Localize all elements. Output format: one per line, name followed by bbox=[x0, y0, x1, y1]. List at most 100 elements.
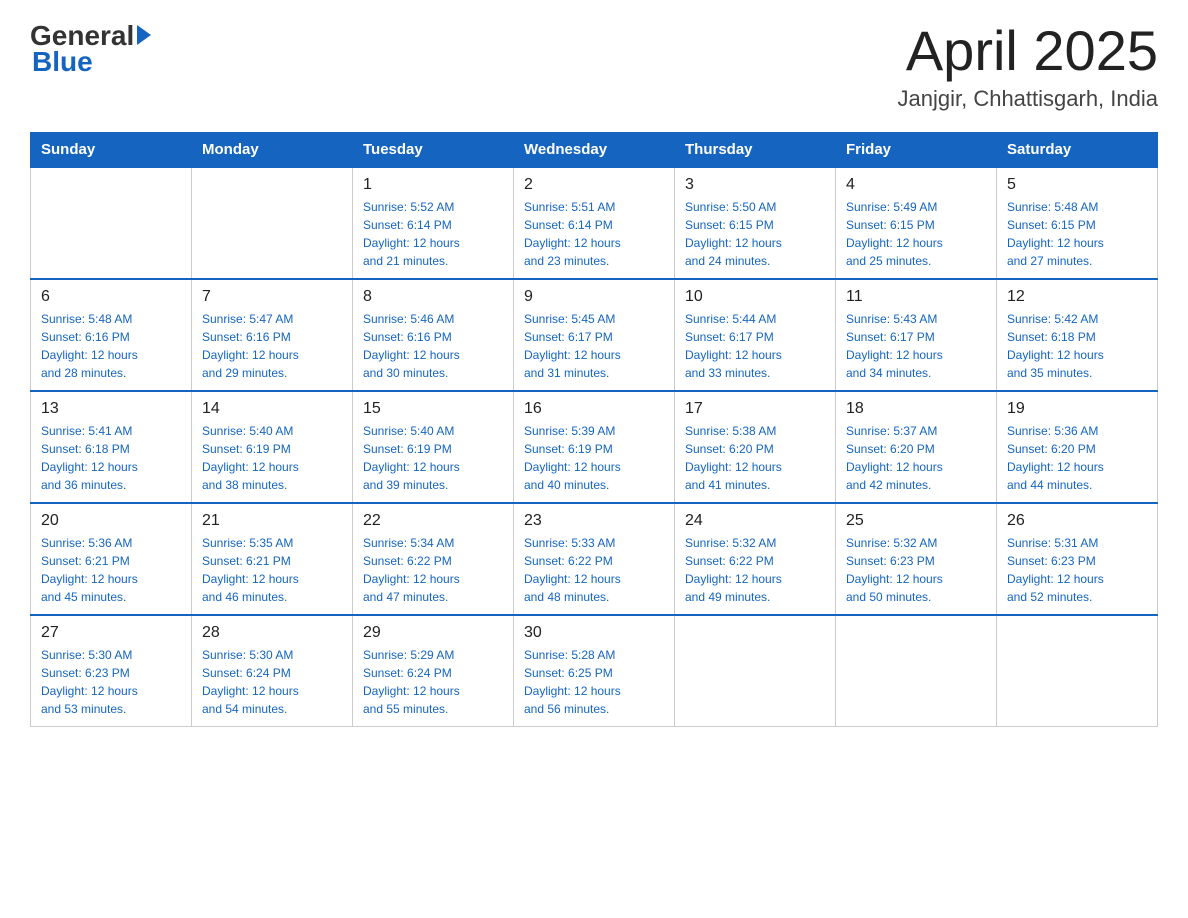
day-cell: 1Sunrise: 5:52 AM Sunset: 6:14 PM Daylig… bbox=[353, 167, 514, 279]
day-cell: 2Sunrise: 5:51 AM Sunset: 6:14 PM Daylig… bbox=[514, 167, 675, 279]
day-info: Sunrise: 5:47 AM Sunset: 6:16 PM Dayligh… bbox=[202, 310, 342, 382]
day-cell bbox=[836, 615, 997, 727]
day-cell bbox=[997, 615, 1158, 727]
day-cell: 22 Sunrise: 5:34 AM Sunset: 6:22 PM Dayli… bbox=[353, 503, 514, 615]
calendar-subtitle: Janjgir, Chhattisgarh, India bbox=[898, 86, 1159, 112]
day-info: Sunrise: 5:32 AM Sunset: 6:23 PM Dayligh… bbox=[846, 534, 986, 606]
day-info: Sunrise: 5:35 AM Sunset: 6:21 PM Dayligh… bbox=[202, 534, 342, 606]
week-row-3: 13 Sunrise: 5:41 AM Sunset: 6:18 PM Dayli… bbox=[31, 391, 1158, 503]
day-cell: 13 Sunrise: 5:41 AM Sunset: 6:18 PM Dayli… bbox=[31, 391, 192, 503]
day-cell: 7 Sunrise: 5:47 AM Sunset: 6:16 PM Daylig… bbox=[192, 279, 353, 391]
day-cell: 24 Sunrise: 5:32 AM Sunset: 6:22 PM Dayli… bbox=[675, 503, 836, 615]
day-info: Sunrise: 5:45 AM Sunset: 6:17 PM Dayligh… bbox=[524, 310, 664, 382]
day-number: 2 bbox=[524, 176, 664, 194]
day-number: 17 bbox=[685, 400, 825, 418]
day-cell: 16Sunrise: 5:39 AM Sunset: 6:19 PM Dayli… bbox=[514, 391, 675, 503]
day-cell: 4 Sunrise: 5:49 AM Sunset: 6:15 PM Daylig… bbox=[836, 167, 997, 279]
logo-blue: Blue bbox=[30, 46, 151, 78]
day-cell: 17 Sunrise: 5:38 AM Sunset: 6:20 PM Dayli… bbox=[675, 391, 836, 503]
title-section: April 2025 Janjgir, Chhattisgarh, India bbox=[898, 20, 1159, 112]
week-row-2: 6 Sunrise: 5:48 AM Sunset: 6:16 PM Daylig… bbox=[31, 279, 1158, 391]
day-cell: 14 Sunrise: 5:40 AM Sunset: 6:19 PM Dayli… bbox=[192, 391, 353, 503]
day-number: 26 bbox=[1007, 512, 1147, 530]
day-number: 10 bbox=[685, 288, 825, 306]
day-number: 28 bbox=[202, 624, 342, 642]
day-info: Sunrise: 5:50 AM Sunset: 6:15 PM Dayligh… bbox=[685, 198, 825, 270]
day-number: 21 bbox=[202, 512, 342, 530]
day-cell: 15Sunrise: 5:40 AM Sunset: 6:19 PM Dayli… bbox=[353, 391, 514, 503]
day-info: Sunrise: 5:48 AM Sunset: 6:16 PM Dayligh… bbox=[41, 310, 181, 382]
day-info: Sunrise: 5:36 AM Sunset: 6:20 PM Dayligh… bbox=[1007, 422, 1147, 494]
day-cell bbox=[31, 167, 192, 279]
day-number: 11 bbox=[846, 288, 986, 306]
day-cell: 19 Sunrise: 5:36 AM Sunset: 6:20 PM Dayli… bbox=[997, 391, 1158, 503]
day-number: 3 bbox=[685, 176, 825, 194]
day-info: Sunrise: 5:43 AM Sunset: 6:17 PM Dayligh… bbox=[846, 310, 986, 382]
logo-arrow-icon bbox=[137, 25, 151, 45]
day-cell: 11 Sunrise: 5:43 AM Sunset: 6:17 PM Dayli… bbox=[836, 279, 997, 391]
weekday-header-thursday: Thursday bbox=[675, 132, 836, 167]
week-row-1: 1Sunrise: 5:52 AM Sunset: 6:14 PM Daylig… bbox=[31, 167, 1158, 279]
day-number: 15 bbox=[363, 400, 503, 418]
day-number: 13 bbox=[41, 400, 181, 418]
day-cell: 18Sunrise: 5:37 AM Sunset: 6:20 PM Dayli… bbox=[836, 391, 997, 503]
day-info: Sunrise: 5:33 AM Sunset: 6:22 PM Dayligh… bbox=[524, 534, 664, 606]
day-cell bbox=[192, 167, 353, 279]
day-info: Sunrise: 5:30 AM Sunset: 6:23 PM Dayligh… bbox=[41, 646, 181, 718]
day-info: Sunrise: 5:29 AM Sunset: 6:24 PM Dayligh… bbox=[363, 646, 503, 718]
day-cell: 5 Sunrise: 5:48 AM Sunset: 6:15 PM Daylig… bbox=[997, 167, 1158, 279]
logo: General Blue bbox=[30, 20, 151, 78]
day-number: 23 bbox=[524, 512, 664, 530]
day-info: Sunrise: 5:38 AM Sunset: 6:20 PM Dayligh… bbox=[685, 422, 825, 494]
weekday-header-friday: Friday bbox=[836, 132, 997, 167]
day-info: Sunrise: 5:40 AM Sunset: 6:19 PM Dayligh… bbox=[202, 422, 342, 494]
day-number: 4 bbox=[846, 176, 986, 194]
day-number: 20 bbox=[41, 512, 181, 530]
day-info: Sunrise: 5:49 AM Sunset: 6:15 PM Dayligh… bbox=[846, 198, 986, 270]
day-number: 7 bbox=[202, 288, 342, 306]
day-cell: 25 Sunrise: 5:32 AM Sunset: 6:23 PM Dayli… bbox=[836, 503, 997, 615]
day-number: 30 bbox=[524, 624, 664, 642]
day-info: Sunrise: 5:46 AM Sunset: 6:16 PM Dayligh… bbox=[363, 310, 503, 382]
day-cell: 26 Sunrise: 5:31 AM Sunset: 6:23 PM Dayli… bbox=[997, 503, 1158, 615]
day-cell: 27 Sunrise: 5:30 AM Sunset: 6:23 PM Dayli… bbox=[31, 615, 192, 727]
day-cell: 21 Sunrise: 5:35 AM Sunset: 6:21 PM Dayli… bbox=[192, 503, 353, 615]
weekday-header-monday: Monday bbox=[192, 132, 353, 167]
day-number: 1 bbox=[363, 176, 503, 194]
week-row-5: 27 Sunrise: 5:30 AM Sunset: 6:23 PM Dayli… bbox=[31, 615, 1158, 727]
day-cell: 30Sunrise: 5:28 AM Sunset: 6:25 PM Dayli… bbox=[514, 615, 675, 727]
day-info: Sunrise: 5:44 AM Sunset: 6:17 PM Dayligh… bbox=[685, 310, 825, 382]
day-number: 25 bbox=[846, 512, 986, 530]
day-number: 29 bbox=[363, 624, 503, 642]
day-number: 16 bbox=[524, 400, 664, 418]
day-number: 27 bbox=[41, 624, 181, 642]
day-number: 19 bbox=[1007, 400, 1147, 418]
weekday-header-tuesday: Tuesday bbox=[353, 132, 514, 167]
day-number: 5 bbox=[1007, 176, 1147, 194]
day-info: Sunrise: 5:31 AM Sunset: 6:23 PM Dayligh… bbox=[1007, 534, 1147, 606]
day-number: 9 bbox=[524, 288, 664, 306]
day-info: Sunrise: 5:34 AM Sunset: 6:22 PM Dayligh… bbox=[363, 534, 503, 606]
day-info: Sunrise: 5:36 AM Sunset: 6:21 PM Dayligh… bbox=[41, 534, 181, 606]
weekday-header-row: SundayMondayTuesdayWednesdayThursdayFrid… bbox=[31, 132, 1158, 167]
day-info: Sunrise: 5:30 AM Sunset: 6:24 PM Dayligh… bbox=[202, 646, 342, 718]
day-cell bbox=[675, 615, 836, 727]
day-info: Sunrise: 5:48 AM Sunset: 6:15 PM Dayligh… bbox=[1007, 198, 1147, 270]
day-cell: 10 Sunrise: 5:44 AM Sunset: 6:17 PM Dayli… bbox=[675, 279, 836, 391]
day-cell: 28 Sunrise: 5:30 AM Sunset: 6:24 PM Dayli… bbox=[192, 615, 353, 727]
day-number: 12 bbox=[1007, 288, 1147, 306]
calendar-table: SundayMondayTuesdayWednesdayThursdayFrid… bbox=[30, 132, 1158, 727]
day-info: Sunrise: 5:32 AM Sunset: 6:22 PM Dayligh… bbox=[685, 534, 825, 606]
day-number: 24 bbox=[685, 512, 825, 530]
weekday-header-saturday: Saturday bbox=[997, 132, 1158, 167]
week-row-4: 20 Sunrise: 5:36 AM Sunset: 6:21 PM Dayli… bbox=[31, 503, 1158, 615]
day-number: 22 bbox=[363, 512, 503, 530]
day-info: Sunrise: 5:42 AM Sunset: 6:18 PM Dayligh… bbox=[1007, 310, 1147, 382]
day-number: 14 bbox=[202, 400, 342, 418]
day-info: Sunrise: 5:41 AM Sunset: 6:18 PM Dayligh… bbox=[41, 422, 181, 494]
day-number: 6 bbox=[41, 288, 181, 306]
weekday-header-sunday: Sunday bbox=[31, 132, 192, 167]
day-cell: 29 Sunrise: 5:29 AM Sunset: 6:24 PM Dayli… bbox=[353, 615, 514, 727]
day-cell: 23 Sunrise: 5:33 AM Sunset: 6:22 PM Dayli… bbox=[514, 503, 675, 615]
day-cell: 3 Sunrise: 5:50 AM Sunset: 6:15 PM Daylig… bbox=[675, 167, 836, 279]
